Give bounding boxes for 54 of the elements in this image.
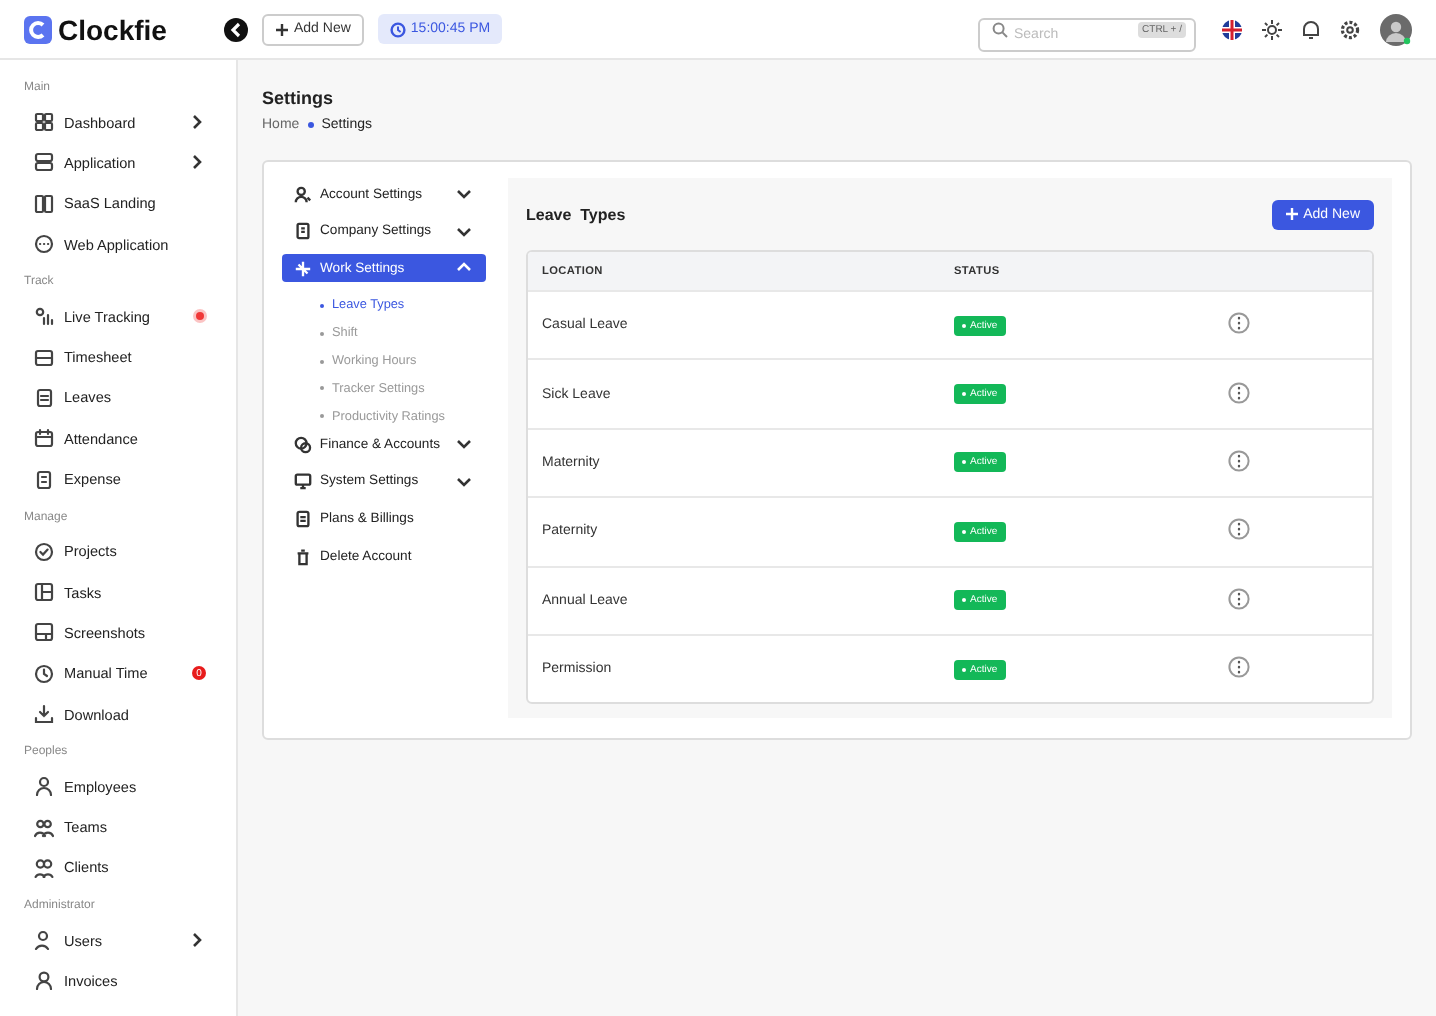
clock-icon [390, 21, 407, 37]
more-options-icon[interactable] [1228, 449, 1250, 472]
page-title: Settings [262, 88, 336, 108]
chevron-left-icon [230, 21, 242, 37]
logo-icon [24, 15, 52, 43]
chevron-right-icon [190, 154, 206, 171]
chart-icon [34, 306, 54, 327]
screen-icon [34, 622, 54, 643]
person-icon [34, 930, 54, 951]
person-icon [34, 776, 54, 797]
board-icon [34, 582, 54, 603]
person-icon [34, 970, 54, 991]
more-options-icon[interactable] [1228, 656, 1250, 679]
brand-name: Clockfie [58, 13, 167, 45]
sun-icon[interactable] [1262, 19, 1282, 39]
collapse-button[interactable] [224, 17, 248, 41]
calendar-icon [34, 428, 54, 449]
receipt-icon [34, 469, 54, 490]
flag-icon[interactable] [1222, 19, 1242, 39]
sheet-icon [34, 347, 54, 368]
bell-icon[interactable] [1302, 19, 1320, 39]
more-options-icon[interactable] [1228, 587, 1250, 610]
more-options-icon[interactable] [1228, 312, 1250, 335]
trash-icon [294, 547, 312, 566]
chevron-down-icon [456, 436, 472, 453]
search-icon [992, 21, 1008, 37]
people-icon [34, 857, 54, 878]
layout-icon [34, 193, 54, 214]
download-icon [34, 704, 54, 724]
document-icon [294, 509, 312, 528]
more-options-icon[interactable] [1228, 518, 1250, 541]
chevron-down-icon [456, 473, 472, 490]
chevron-down-icon [456, 223, 472, 240]
chevron-right-icon [190, 114, 206, 131]
chevron-down-icon [456, 186, 472, 202]
document-icon [34, 387, 54, 408]
panel-title: Leave Types [526, 205, 626, 223]
more-options-icon[interactable] [1228, 381, 1250, 404]
plus-icon [1285, 208, 1298, 220]
plus-icon [276, 23, 288, 35]
chevron-right-icon [190, 932, 206, 949]
people-icon [34, 817, 54, 838]
coins-icon [294, 435, 312, 454]
person-icon [294, 185, 312, 203]
avatar[interactable] [1380, 13, 1412, 45]
alert-dot [196, 312, 204, 321]
grid-icon [34, 112, 54, 133]
check-circle-icon [34, 541, 54, 562]
stack-icon [34, 152, 54, 173]
settings-icon[interactable] [1340, 19, 1360, 39]
clock-icon [34, 663, 54, 684]
dots-icon [34, 234, 54, 255]
monitor-icon [294, 472, 312, 491]
sparkle-icon [294, 259, 312, 278]
